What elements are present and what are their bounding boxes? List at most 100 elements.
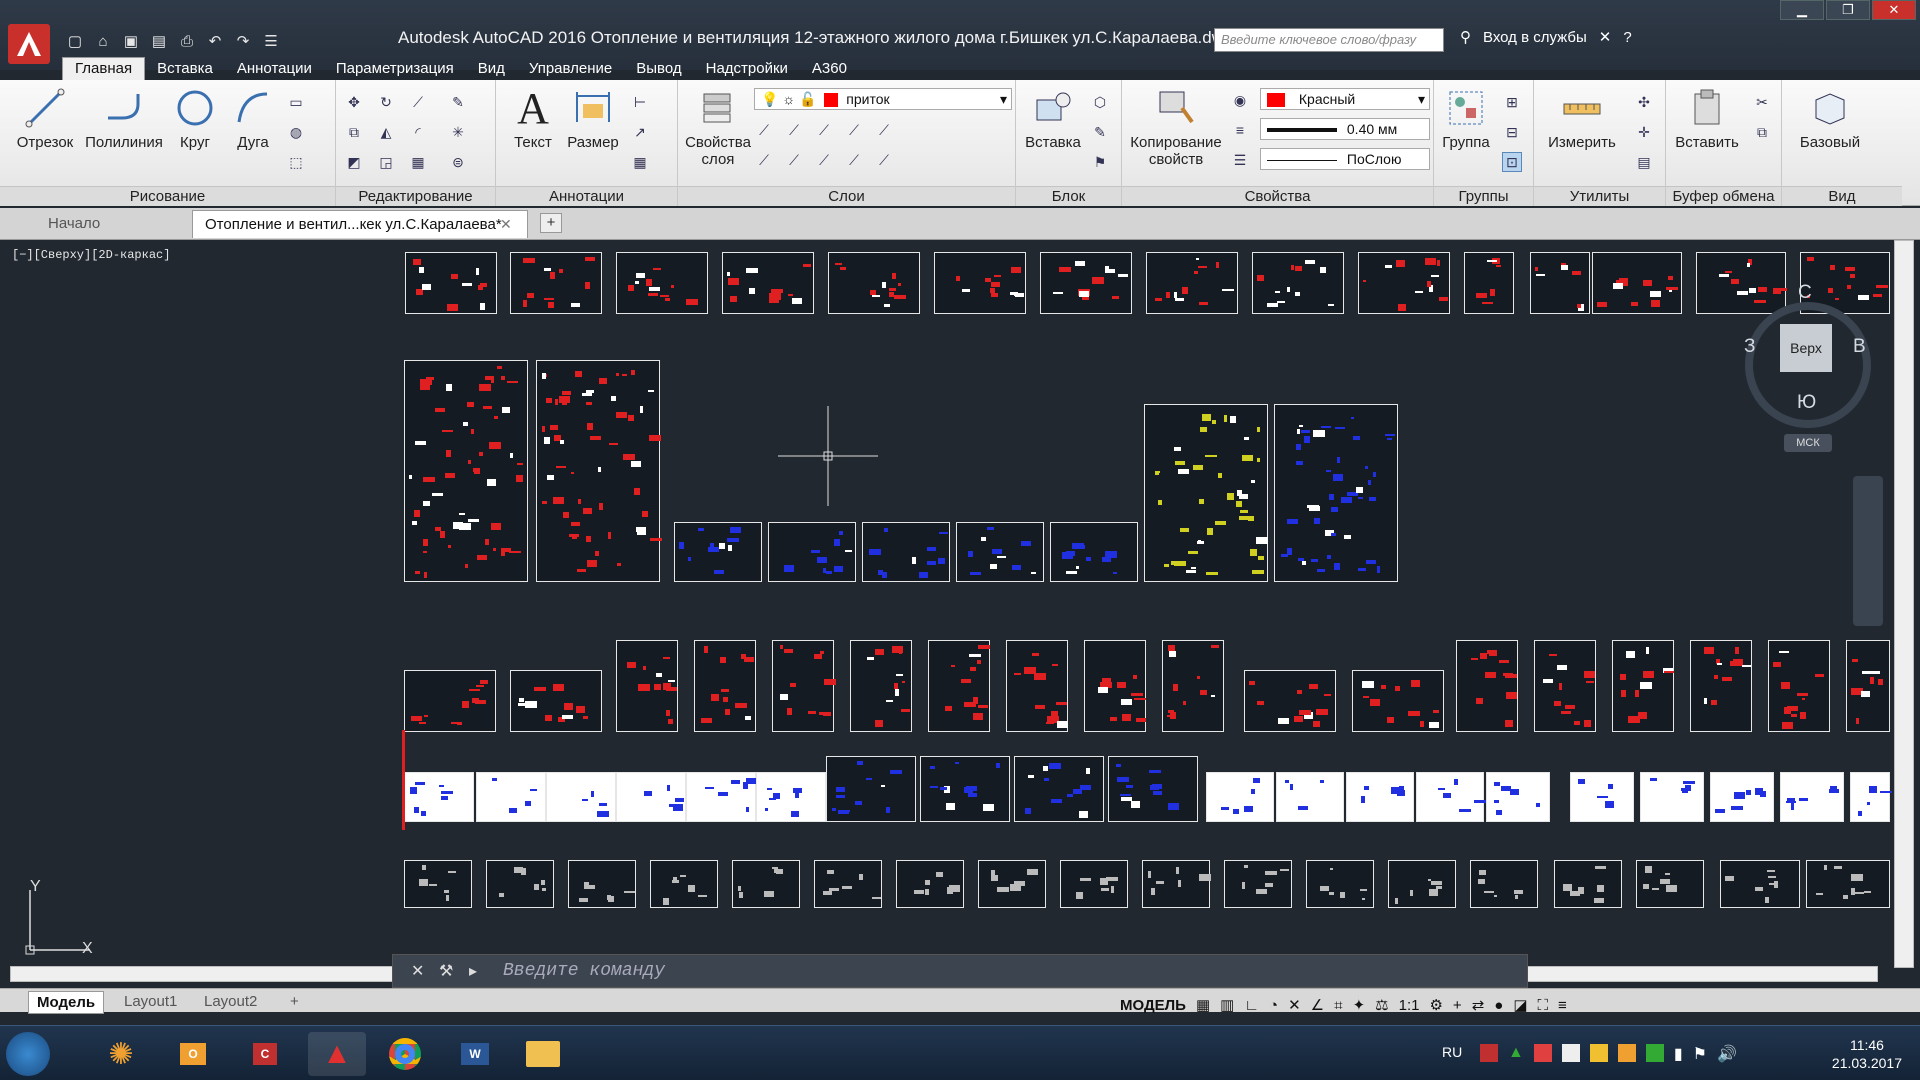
linetype-dropdown[interactable]: ПоСлою — [1260, 148, 1430, 170]
drawing-sheet[interactable] — [404, 860, 472, 908]
drawing-sheet[interactable] — [510, 670, 602, 732]
drawing-sheet[interactable] — [1470, 860, 1538, 908]
line-button[interactable]: Отрезок — [12, 86, 78, 151]
lineweight-dropdown[interactable]: 0.40 мм — [1260, 118, 1430, 140]
rectangle-icon[interactable]: ▭ — [286, 92, 306, 112]
model-space-toggle[interactable]: МОДЕЛЬ — [1120, 997, 1186, 1014]
drawing-sheet[interactable] — [772, 640, 836, 732]
view-panel-title[interactable]: Вид — [1782, 186, 1902, 206]
region-icon[interactable]: ⬚ — [286, 152, 306, 172]
draw-panel-title[interactable]: Рисование — [0, 186, 335, 206]
drawing-sheet[interactable] — [568, 860, 636, 908]
copy-icon[interactable]: ⧉ — [344, 122, 364, 142]
drawing-sheet[interactable] — [1850, 772, 1892, 822]
drawing-sheet[interactable] — [1464, 252, 1514, 314]
drawing-sheet[interactable] — [1456, 640, 1518, 732]
otrack-icon[interactable]: ∠ — [1311, 996, 1324, 1014]
binoculars-icon[interactable]: ⚲ — [1460, 28, 1471, 46]
drawing-sheet[interactable] — [510, 252, 602, 314]
scale-icon[interactable]: ◲ — [376, 152, 396, 172]
layer-tool-icon-5[interactable]: ⟋ — [874, 120, 894, 140]
tray-pdf-icon[interactable] — [1480, 1044, 1498, 1062]
id-point-icon[interactable]: ✛ — [1634, 122, 1654, 142]
calculator-icon[interactable]: ▤ — [1634, 152, 1654, 172]
drawing-sheet[interactable] — [1144, 404, 1268, 582]
workspace-switch-icon[interactable]: ⇄ — [1472, 996, 1485, 1014]
properties-panel-title[interactable]: Свойства — [1122, 186, 1433, 206]
open-file-icon[interactable]: ⌂ — [92, 30, 114, 52]
layer-tool-icon-6[interactable]: ⟋ — [754, 150, 774, 170]
layer-tool-icon-4[interactable]: ⟋ — [844, 120, 864, 140]
drawing-sheet[interactable] — [756, 772, 826, 822]
drawing-sheet[interactable] — [1162, 640, 1224, 732]
layer-dropdown[interactable]: 💡 ☼ 🔓 приток ▾ — [754, 88, 1012, 110]
mirror-icon[interactable]: ◭ — [376, 122, 396, 142]
flag-icon[interactable]: ⚑ — [1693, 1044, 1707, 1064]
drawing-sheet[interactable] — [1780, 772, 1844, 822]
new-file-icon[interactable]: ▢ — [64, 30, 86, 52]
drawing-sheet[interactable] — [1252, 252, 1344, 314]
redo-icon[interactable]: ↷ — [232, 30, 254, 52]
osnap-icon[interactable]: ✕ — [1288, 996, 1301, 1014]
drawing-sheet[interactable] — [1554, 860, 1622, 908]
attribute-icon[interactable]: ⚑ — [1090, 152, 1110, 172]
drawing-sheet[interactable] — [616, 640, 678, 732]
drawing-sheet[interactable] — [1806, 860, 1890, 908]
drawing-sheet[interactable] — [1274, 404, 1398, 582]
erase-icon[interactable]: ✎ — [448, 92, 468, 112]
wrench-icon[interactable]: ⚒ — [439, 961, 453, 981]
drawing-sheet[interactable] — [1206, 772, 1274, 822]
app-red-icon[interactable]: C — [236, 1032, 294, 1076]
drawing-sheet[interactable] — [934, 252, 1026, 314]
compass-north[interactable]: С — [1798, 282, 1812, 304]
create-block-icon[interactable]: ⬡ — [1090, 92, 1110, 112]
gear-icon[interactable]: ⚙ — [1429, 996, 1442, 1014]
tab-annotate[interactable]: Аннотации — [225, 58, 324, 80]
drawing-sheet[interactable] — [1636, 860, 1704, 908]
drawing-sheet[interactable] — [694, 640, 756, 732]
cut-icon[interactable]: ✂ — [1752, 92, 1772, 112]
drawing-sheet[interactable] — [826, 756, 916, 822]
drawing-sheet[interactable] — [956, 522, 1044, 582]
undo-icon[interactable]: ↶ — [204, 30, 226, 52]
annotation-panel-title[interactable]: Аннотации — [496, 186, 677, 206]
tab-insert[interactable]: Вставка — [145, 58, 225, 80]
layer-tool-icon-10[interactable]: ⟋ — [874, 150, 894, 170]
drawing-sheet[interactable] — [1306, 860, 1374, 908]
base-view-button[interactable]: Базовый — [1790, 86, 1870, 151]
ungroup-icon[interactable]: ⊞ — [1502, 92, 1522, 112]
array-icon[interactable]: ▦ — [408, 152, 428, 172]
group-button[interactable]: Группа — [1436, 86, 1496, 151]
drawing-sheet[interactable] — [650, 860, 718, 908]
command-input[interactable]: Введите команду — [503, 961, 665, 981]
drawing-sheet[interactable] — [404, 772, 474, 822]
point-icon[interactable]: ✣ — [1634, 92, 1654, 112]
measure-button[interactable]: Измерить — [1542, 86, 1622, 151]
drawing-sheet[interactable] — [1486, 772, 1550, 822]
tray-flag-icon[interactable] — [1561, 1044, 1580, 1062]
polar-icon[interactable]: ◔ — [1269, 997, 1278, 1014]
command-line[interactable]: ✕ ⚒ ▸ Введите команду — [392, 954, 1528, 988]
tab-layout1[interactable]: Layout1 — [116, 991, 185, 1012]
drawing-sheet[interactable] — [1612, 640, 1674, 732]
annotation-scale[interactable]: 1:1 — [1399, 997, 1420, 1014]
insert-block-button[interactable]: Вставка — [1020, 86, 1086, 151]
drawing-sheet[interactable] — [1146, 252, 1238, 314]
text-button[interactable]: A Текст — [500, 84, 566, 152]
drawing-sheet[interactable] — [928, 640, 990, 732]
tray-green-icon[interactable]: ▲ — [1508, 1044, 1524, 1064]
drawing-sheet[interactable] — [1720, 860, 1800, 908]
network-icon[interactable]: ▮ — [1674, 1044, 1683, 1064]
drawing-sheet[interactable] — [1224, 860, 1292, 908]
color-dropdown[interactable]: Красный ▾ — [1260, 88, 1430, 110]
layer-tool-icon-1[interactable]: ⟋ — [754, 120, 774, 140]
modify-panel-title[interactable]: Редактирование — [336, 186, 495, 206]
workspace-icon[interactable]: ☰ — [260, 30, 282, 52]
drawing-sheet[interactable] — [1696, 252, 1787, 314]
restore-button[interactable]: ❐ — [1826, 0, 1870, 20]
tray-orange-icon[interactable] — [1617, 1044, 1636, 1062]
tab-a360[interactable]: A360 — [800, 58, 859, 80]
drawing-sheet[interactable] — [1592, 252, 1682, 314]
selection-cycling-icon[interactable]: ✦ — [1353, 996, 1366, 1014]
annotation-visibility-icon[interactable]: ⚖ — [1375, 996, 1388, 1014]
